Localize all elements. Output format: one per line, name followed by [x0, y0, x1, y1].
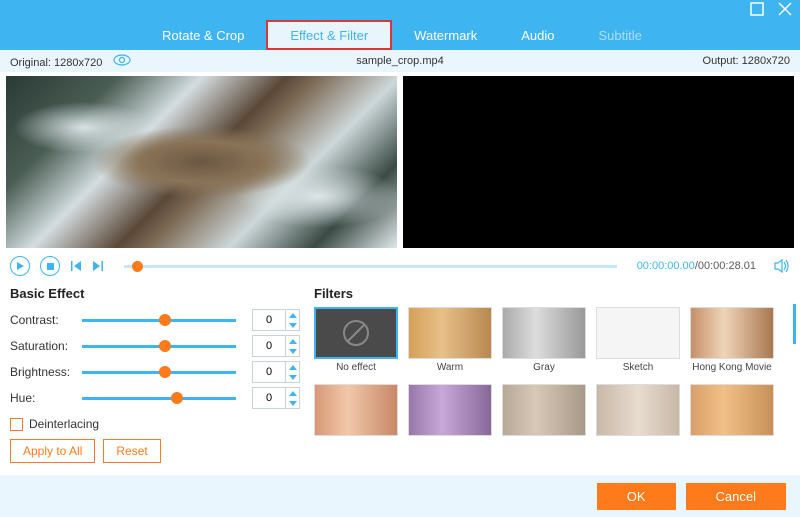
- filter-thumb: [314, 384, 398, 436]
- basic-effect-panel: Basic Effect Contrast: 0 Saturation: 0 B…: [10, 286, 300, 463]
- brightness-label: Brightness:: [10, 365, 82, 379]
- filter-warm[interactable]: Warm: [408, 307, 492, 374]
- output-resolution: Output: 1280x720: [703, 55, 790, 67]
- contrast-spin[interactable]: 0: [252, 309, 300, 331]
- brightness-spin[interactable]: 0: [252, 361, 300, 383]
- hue-slider[interactable]: [82, 397, 236, 400]
- filter-thumb: [596, 384, 680, 436]
- tab-bar: Rotate & Crop Effect & Filter Watermark …: [0, 20, 800, 50]
- timeline-handle[interactable]: [132, 261, 143, 272]
- play-button[interactable]: [10, 256, 30, 276]
- contrast-knob[interactable]: [159, 314, 171, 326]
- timeline-slider[interactable]: [124, 265, 617, 268]
- cancel-button[interactable]: Cancel: [686, 483, 786, 510]
- brightness-slider[interactable]: [82, 371, 236, 374]
- contrast-label: Contrast:: [10, 313, 82, 327]
- filter-item[interactable]: [502, 384, 586, 451]
- prev-frame-button[interactable]: [70, 260, 82, 272]
- no-effect-icon: [314, 307, 398, 359]
- filter-thumb: [596, 307, 680, 359]
- tab-audio[interactable]: Audio: [499, 20, 576, 50]
- saturation-label: Saturation:: [10, 339, 82, 353]
- preview-original: [6, 76, 397, 248]
- reset-button[interactable]: Reset: [103, 439, 160, 463]
- original-resolution: Original: 1280x720: [10, 57, 102, 69]
- checkbox-icon[interactable]: [10, 418, 23, 431]
- filter-thumb: [408, 384, 492, 436]
- filter-label: Sketch: [623, 362, 654, 374]
- playback-controls: 00:00:00.00/00:00:28.01: [0, 252, 800, 280]
- filter-label: Hong Kong Movie: [692, 362, 772, 374]
- saturation-slider[interactable]: [82, 345, 236, 348]
- brightness-value: 0: [253, 366, 285, 378]
- chevron-up-icon[interactable]: [286, 336, 299, 346]
- chevron-up-icon[interactable]: [286, 362, 299, 372]
- hue-value: 0: [253, 392, 285, 404]
- filter-item[interactable]: [690, 384, 774, 451]
- time-duration: 00:00:28.01: [698, 260, 756, 272]
- chevron-down-icon[interactable]: [286, 320, 299, 330]
- hue-knob[interactable]: [171, 392, 183, 404]
- footer: OK Cancel: [0, 475, 800, 517]
- filter-label: Gray: [533, 362, 555, 374]
- close-icon[interactable]: [778, 2, 792, 19]
- chevron-up-icon[interactable]: [286, 310, 299, 320]
- chevron-down-icon[interactable]: [286, 372, 299, 382]
- filter-thumb: [690, 384, 774, 436]
- tab-rotate-crop[interactable]: Rotate & Crop: [140, 20, 266, 50]
- filter-item[interactable]: [596, 384, 680, 451]
- next-frame-button[interactable]: [92, 260, 104, 272]
- filter-label: Warm: [437, 362, 463, 374]
- ok-button[interactable]: OK: [597, 483, 676, 510]
- filter-item[interactable]: [408, 384, 492, 451]
- filter-thumb: [408, 307, 492, 359]
- saturation-value: 0: [253, 340, 285, 352]
- tab-subtitle[interactable]: Subtitle: [577, 20, 664, 50]
- titlebar: [0, 0, 800, 20]
- scrollbar[interactable]: [793, 304, 796, 344]
- deinterlacing-label: Deinterlacing: [29, 417, 99, 431]
- tab-watermark[interactable]: Watermark: [392, 20, 499, 50]
- chevron-down-icon[interactable]: [286, 398, 299, 408]
- hue-spin[interactable]: 0: [252, 387, 300, 409]
- hue-label: Hue:: [10, 391, 82, 405]
- chevron-up-icon[interactable]: [286, 388, 299, 398]
- stop-button[interactable]: [40, 256, 60, 276]
- filter-label: No effect: [336, 362, 376, 374]
- contrast-slider[interactable]: [82, 319, 236, 322]
- filters-heading: Filters: [314, 286, 790, 301]
- tab-effect-filter[interactable]: Effect & Filter: [266, 20, 392, 50]
- filter-item[interactable]: [314, 384, 398, 451]
- maximize-icon[interactable]: [750, 2, 764, 19]
- filename-label: sample_crop.mp4: [356, 55, 443, 67]
- filter-no-effect[interactable]: No effect: [314, 307, 398, 374]
- info-bar: Original: 1280x720 sample_crop.mp4 Outpu…: [0, 50, 800, 72]
- chevron-down-icon[interactable]: [286, 346, 299, 356]
- filter-thumb: [502, 384, 586, 436]
- apply-to-all-button[interactable]: Apply to All: [10, 439, 95, 463]
- time-current: 00:00:00.00: [637, 260, 695, 272]
- contrast-value: 0: [253, 314, 285, 326]
- basic-effect-heading: Basic Effect: [10, 286, 300, 301]
- preview-area: [0, 72, 800, 252]
- brightness-knob[interactable]: [159, 366, 171, 378]
- preview-output: [403, 76, 794, 248]
- filter-sketch[interactable]: Sketch: [596, 307, 680, 374]
- filter-gray[interactable]: Gray: [502, 307, 586, 374]
- filter-thumb: [502, 307, 586, 359]
- saturation-knob[interactable]: [159, 340, 171, 352]
- eye-icon[interactable]: [113, 54, 131, 66]
- saturation-spin[interactable]: 0: [252, 335, 300, 357]
- filter-thumb: [690, 307, 774, 359]
- volume-icon[interactable]: [774, 259, 790, 273]
- filter-hong-kong[interactable]: Hong Kong Movie: [690, 307, 774, 374]
- filters-panel: Filters No effect Warm Gray Sketch Hong …: [314, 286, 790, 463]
- deinterlacing-checkbox[interactable]: Deinterlacing: [10, 417, 300, 431]
